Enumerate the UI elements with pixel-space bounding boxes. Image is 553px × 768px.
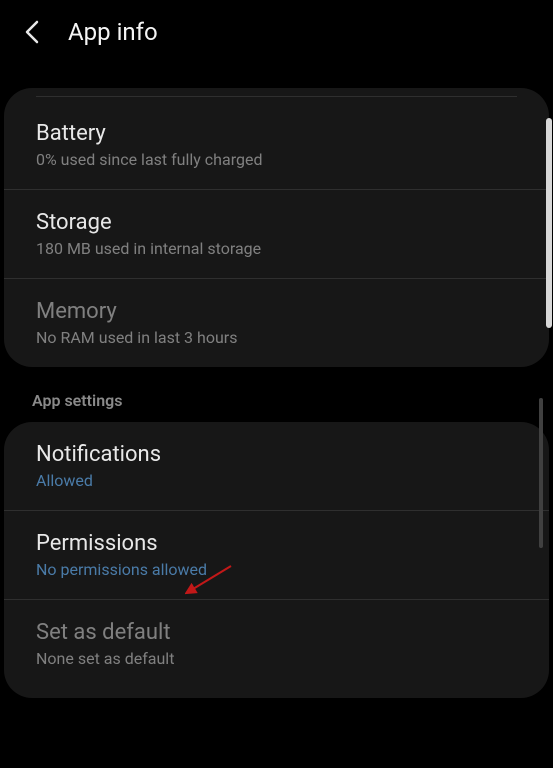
notifications-item[interactable]: Notifications Allowed xyxy=(4,422,549,511)
scrollbar[interactable] xyxy=(546,118,552,328)
set-default-item[interactable]: Set as default None set as default xyxy=(4,600,549,698)
set-default-title: Set as default xyxy=(36,620,517,645)
permissions-item[interactable]: Permissions No permissions allowed xyxy=(4,511,549,600)
app-settings-card: Notifications Allowed Permissions No per… xyxy=(4,422,549,698)
memory-item[interactable]: Memory No RAM used in last 3 hours xyxy=(4,279,549,367)
memory-subtitle: No RAM used in last 3 hours xyxy=(36,328,517,347)
page-title: App info xyxy=(68,18,158,46)
memory-title: Memory xyxy=(36,299,517,324)
storage-item[interactable]: Storage 180 MB used in internal storage xyxy=(4,190,549,279)
battery-subtitle: 0% used since last fully charged xyxy=(36,150,517,169)
battery-item[interactable]: Battery 0% used since last fully charged xyxy=(4,101,549,190)
notifications-title: Notifications xyxy=(36,442,517,467)
permissions-title: Permissions xyxy=(36,531,517,556)
permissions-subtitle: No permissions allowed xyxy=(36,560,517,579)
section-header-app-settings: App settings xyxy=(0,367,553,422)
notifications-subtitle: Allowed xyxy=(36,471,517,490)
battery-title: Battery xyxy=(36,121,517,146)
storage-title: Storage xyxy=(36,210,517,235)
app-header: App info xyxy=(0,0,553,64)
back-icon[interactable] xyxy=(20,20,44,44)
storage-subtitle: 180 MB used in internal storage xyxy=(36,239,517,258)
usage-card: Battery 0% used since last fully charged… xyxy=(4,88,549,367)
set-default-subtitle: None set as default xyxy=(36,649,517,668)
scrollbar-inner[interactable] xyxy=(539,398,543,548)
